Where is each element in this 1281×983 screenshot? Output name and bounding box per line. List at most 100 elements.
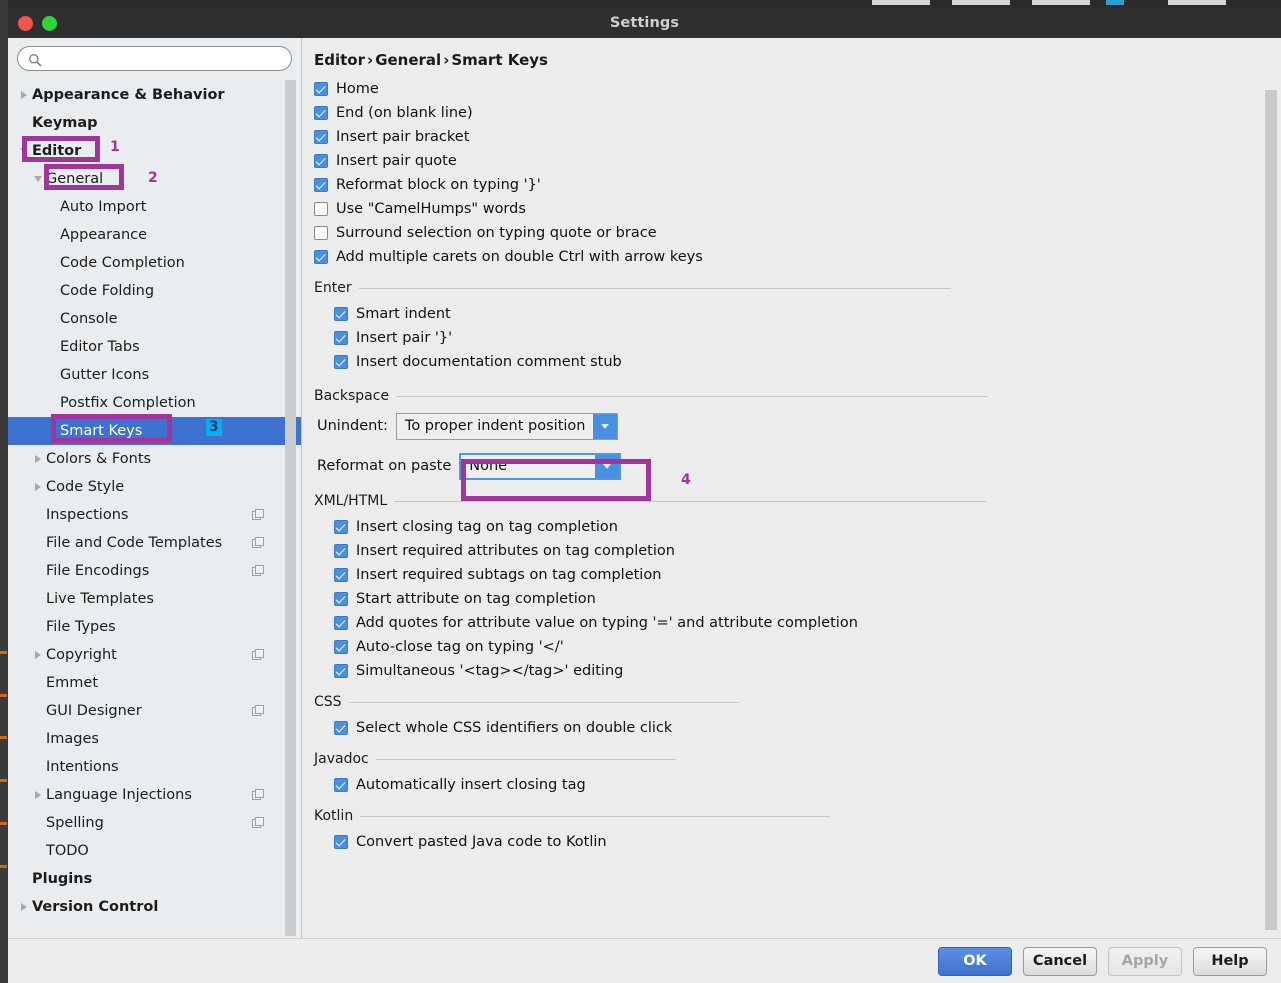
chevron-down-icon[interactable] (595, 455, 619, 478)
checkbox-row[interactable]: End (on blank line) (314, 101, 1281, 125)
checkbox-row[interactable]: Add multiple carets on double Ctrl with … (314, 245, 1281, 269)
checkbox-checked-icon[interactable] (334, 640, 348, 654)
checkbox-checked-icon[interactable] (314, 250, 328, 264)
sidebar-item-smart-keys[interactable]: Smart Keys (8, 417, 301, 445)
copy-settings-icon[interactable] (252, 565, 265, 577)
checkbox-unchecked-icon[interactable] (314, 202, 328, 216)
sidebar-item-postfix-completion[interactable]: Postfix Completion (8, 389, 301, 417)
checkbox-checked-icon[interactable] (314, 178, 328, 192)
help-button[interactable]: Help (1193, 947, 1267, 976)
checkbox-row[interactable]: Reformat block on typing '}' (314, 173, 1281, 197)
breadcrumb-part[interactable]: General (375, 51, 441, 69)
copy-settings-icon[interactable] (252, 509, 265, 521)
checkbox-checked-icon[interactable] (334, 592, 348, 606)
checkbox-row[interactable]: Convert pasted Java code to Kotlin (314, 830, 1281, 854)
checkbox-checked-icon[interactable] (314, 106, 328, 120)
chevron-down-icon[interactable] (30, 165, 46, 193)
sidebar-item-file-encodings[interactable]: File Encodings (8, 557, 301, 585)
checkbox-checked-icon[interactable] (314, 130, 328, 144)
sidebar-item-code-style[interactable]: Code Style (8, 473, 301, 501)
chevron-right-icon[interactable] (30, 473, 46, 501)
checkbox-row[interactable]: Insert required subtags on tag completio… (314, 563, 1281, 587)
checkbox-row[interactable]: Insert closing tag on tag completion (314, 515, 1281, 539)
checkbox-row[interactable]: Select whole CSS identifiers on double c… (314, 716, 1281, 740)
chevron-right-icon[interactable] (16, 893, 32, 921)
sidebar-item-editor[interactable]: Editor (8, 137, 301, 165)
sidebar-item-editor-tabs[interactable]: Editor Tabs (8, 333, 301, 361)
checkbox-checked-icon[interactable] (334, 721, 348, 735)
copy-settings-icon[interactable] (252, 537, 265, 549)
checkbox-checked-icon[interactable] (314, 154, 328, 168)
sidebar-item-colors-fonts[interactable]: Colors & Fonts (8, 445, 301, 473)
checkbox-unchecked-icon[interactable] (314, 226, 328, 240)
sidebar-item-gutter-icons[interactable]: Gutter Icons (8, 361, 301, 389)
sidebar-item-keymap[interactable]: Keymap (8, 109, 301, 137)
sidebar-item-copyright[interactable]: Copyright (8, 641, 301, 669)
checkbox-row[interactable]: Auto-close tag on typing '</' (314, 635, 1281, 659)
checkbox-checked-icon[interactable] (334, 520, 348, 534)
checkbox-row[interactable]: Home (314, 77, 1281, 101)
sidebar-scrollbar[interactable] (285, 80, 296, 936)
checkbox-checked-icon[interactable] (334, 835, 348, 849)
sidebar-item-inspections[interactable]: Inspections (8, 501, 301, 529)
copy-settings-icon[interactable] (252, 817, 265, 829)
checkbox-checked-icon[interactable] (334, 544, 348, 558)
sidebar-item-version-control[interactable]: Version Control (8, 893, 301, 921)
reformat-on-paste-combo[interactable]: None (459, 453, 621, 480)
checkbox-checked-icon[interactable] (334, 355, 348, 369)
copy-settings-icon[interactable] (252, 705, 265, 717)
sidebar-item-console[interactable]: Console (8, 305, 301, 333)
sidebar-item-images[interactable]: Images (8, 725, 301, 753)
checkbox-checked-icon[interactable] (314, 82, 328, 96)
checkbox-row[interactable]: Insert pair bracket (314, 125, 1281, 149)
chevron-right-icon[interactable] (30, 445, 46, 473)
sidebar-item-spelling[interactable]: Spelling (8, 809, 301, 837)
sidebar-item-code-completion[interactable]: Code Completion (8, 249, 301, 277)
ok-button[interactable]: OK (938, 947, 1012, 976)
sidebar-item-intentions[interactable]: Intentions (8, 753, 301, 781)
checkbox-row[interactable]: Insert pair '}' (314, 326, 1281, 350)
unindent-combo[interactable]: To proper indent position (396, 413, 619, 440)
breadcrumb-part[interactable]: Smart Keys (451, 51, 548, 69)
sidebar-item-appearance-behavior[interactable]: Appearance & Behavior (8, 81, 301, 109)
chevron-right-icon[interactable] (30, 641, 46, 669)
sidebar-item-gui-designer[interactable]: GUI Designer (8, 697, 301, 725)
cancel-button[interactable]: Cancel (1023, 947, 1097, 976)
copy-settings-icon[interactable] (252, 649, 265, 661)
checkbox-row[interactable]: Surround selection on typing quote or br… (314, 221, 1281, 245)
checkbox-row[interactable]: Use "CamelHumps" words (314, 197, 1281, 221)
copy-settings-icon[interactable] (252, 789, 265, 801)
checkbox-row[interactable]: Start attribute on tag completion (314, 587, 1281, 611)
checkbox-row[interactable]: Insert pair quote (314, 149, 1281, 173)
sidebar-item-file-types[interactable]: File Types (8, 613, 301, 641)
sidebar-item-file-and-code-templates[interactable]: File and Code Templates (8, 529, 301, 557)
sidebar-item-todo[interactable]: TODO (8, 837, 301, 865)
checkbox-row[interactable]: Smart indent (314, 302, 1281, 326)
checkbox-checked-icon[interactable] (334, 778, 348, 792)
sidebar-item-live-templates[interactable]: Live Templates (8, 585, 301, 613)
sidebar-item-language-injections[interactable]: Language Injections (8, 781, 301, 809)
checkbox-checked-icon[interactable] (334, 568, 348, 582)
checkbox-checked-icon[interactable] (334, 307, 348, 321)
search-input[interactable] (48, 51, 281, 66)
sidebar-item-emmet[interactable]: Emmet (8, 669, 301, 697)
sidebar-item-auto-import[interactable]: Auto Import (8, 193, 301, 221)
search-box[interactable] (17, 46, 292, 71)
chevron-right-icon[interactable] (30, 781, 46, 809)
checkbox-row[interactable]: Insert documentation comment stub (314, 350, 1281, 374)
main-scrollbar[interactable] (1265, 90, 1277, 930)
sidebar-item-code-folding[interactable]: Code Folding (8, 277, 301, 305)
checkbox-row[interactable]: Insert required attributes on tag comple… (314, 539, 1281, 563)
chevron-down-icon[interactable] (593, 414, 617, 439)
checkbox-checked-icon[interactable] (334, 664, 348, 678)
checkbox-row[interactable]: Simultaneous '<tag></tag>' editing (314, 659, 1281, 683)
sidebar-item-appearance[interactable]: Appearance (8, 221, 301, 249)
chevron-down-icon[interactable] (16, 137, 32, 165)
checkbox-row[interactable]: Automatically insert closing tag (314, 773, 1281, 797)
chevron-right-icon[interactable] (16, 81, 32, 109)
checkbox-checked-icon[interactable] (334, 616, 348, 630)
checkbox-checked-icon[interactable] (334, 331, 348, 345)
checkbox-row[interactable]: Add quotes for attribute value on typing… (314, 611, 1281, 635)
breadcrumb-part[interactable]: Editor (314, 51, 365, 69)
sidebar-item-plugins[interactable]: Plugins (8, 865, 301, 893)
